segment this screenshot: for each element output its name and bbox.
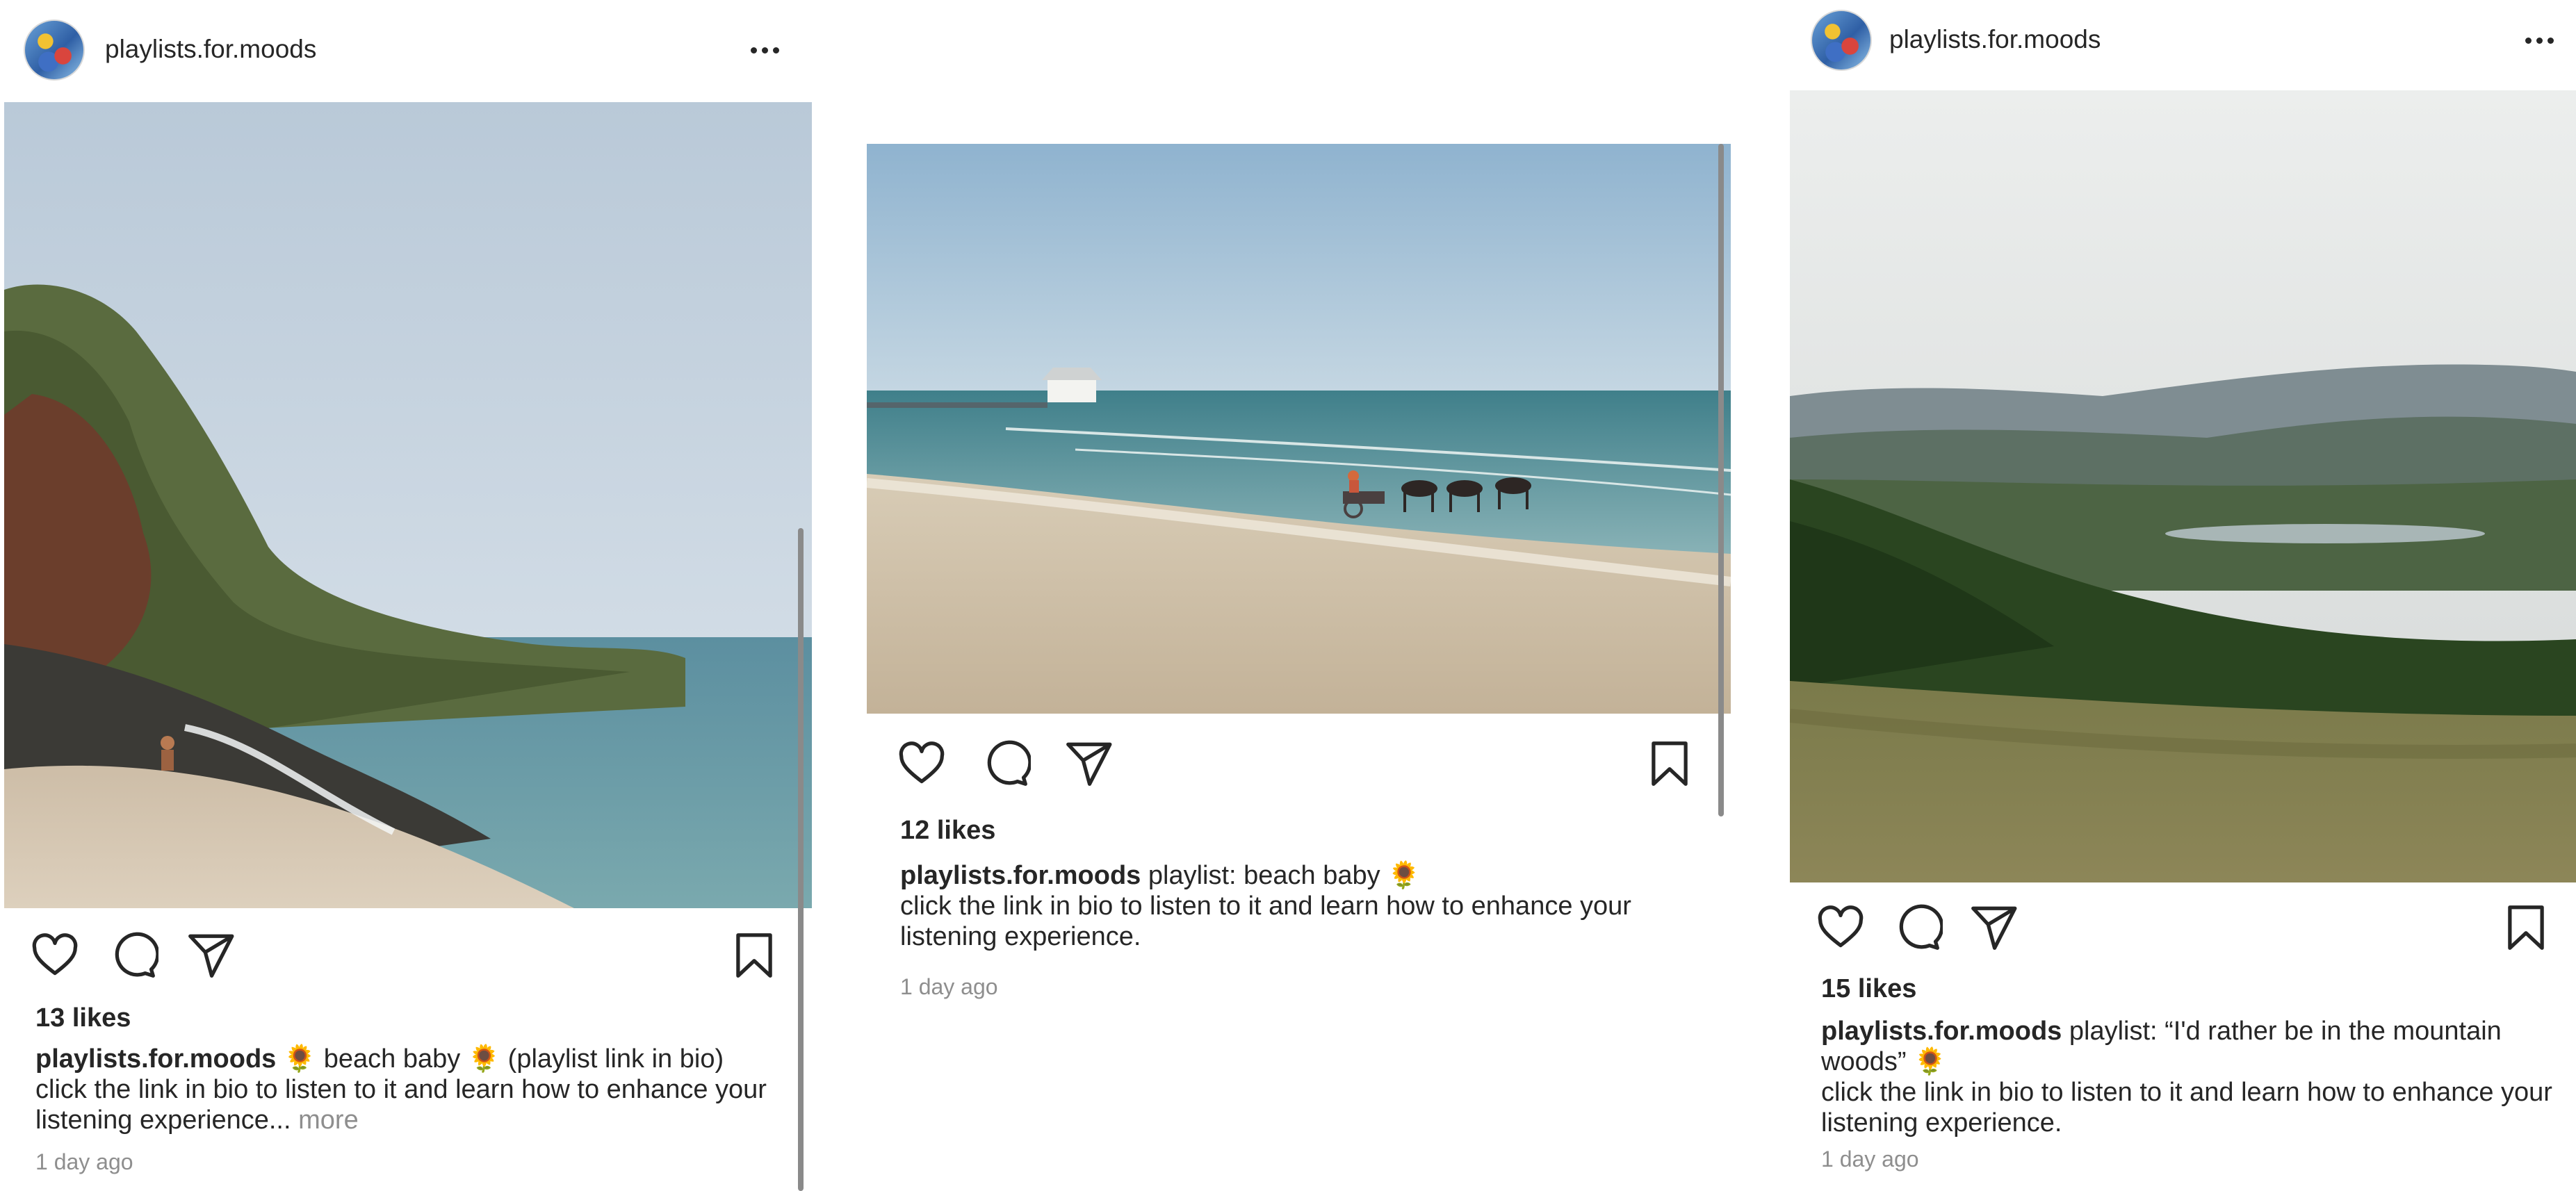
post-caption: playlists.for.moods 🌻 beach baby 🌻 (play… [35,1044,786,1135]
caption-username[interactable]: playlists.for.moods [35,1044,276,1074]
post-card: 12 likes playlists.for.moods playlist: b… [867,0,1731,1191]
avatar[interactable] [1811,10,1872,71]
post-timestamp: 1 day ago [1821,1147,1919,1172]
likes-count[interactable]: 13 likes [35,1003,131,1033]
comment-icon[interactable] [979,738,1031,789]
send-icon[interactable] [1063,738,1114,789]
caption-more-link[interactable]: more [298,1106,359,1135]
send-icon[interactable] [1968,902,2019,953]
post-card: playlists.for.moods [1790,0,2576,1191]
scrollbar[interactable] [1718,144,1724,816]
post-photo[interactable] [867,144,1731,714]
bookmark-icon[interactable] [728,930,780,981]
send-icon[interactable] [185,930,236,981]
post-caption: playlists.for.moods playlist: “I'd rathe… [1821,1016,2558,1138]
likes-count[interactable]: 12 likes [900,816,995,846]
caption-body: click the link in bio to listen to it an… [1821,1078,2552,1137]
caption-title: 🌻 beach baby 🌻 (playlist link in bio) [283,1044,724,1074]
more-options-icon[interactable] [2525,33,2560,47]
caption-body: click the link in bio to listen to it an… [900,892,1631,951]
heart-icon[interactable] [29,930,81,981]
comment-icon[interactable] [1891,902,1943,953]
caption-body: click the link in bio to listen to it an… [35,1075,767,1135]
likes-count[interactable]: 15 likes [1821,974,1916,1004]
bookmark-icon[interactable] [2500,902,2552,953]
caption-username[interactable]: playlists.for.moods [900,861,1141,890]
bookmark-icon[interactable] [1644,738,1695,789]
avatar[interactable] [24,19,85,81]
comment-icon[interactable] [107,930,158,981]
caption-title: playlist: beach baby 🌻 [1148,861,1421,890]
post-photo[interactable] [1790,90,2576,882]
caption-username[interactable]: playlists.for.moods [1821,1017,2062,1046]
post-card: playlists.for.moods [0,0,812,1191]
post-photo[interactable] [4,102,812,908]
post-caption: playlists.for.moods playlist: beach baby… [900,860,1713,952]
more-options-icon[interactable] [751,43,785,57]
heart-icon[interactable] [896,738,947,789]
post-timestamp: 1 day ago [900,974,998,999]
heart-icon[interactable] [1815,902,1866,953]
post-username[interactable]: playlists.for.moods [105,35,316,64]
scrollbar[interactable] [798,528,804,1191]
post-username[interactable]: playlists.for.moods [1889,25,2101,54]
post-timestamp: 1 day ago [35,1149,133,1174]
